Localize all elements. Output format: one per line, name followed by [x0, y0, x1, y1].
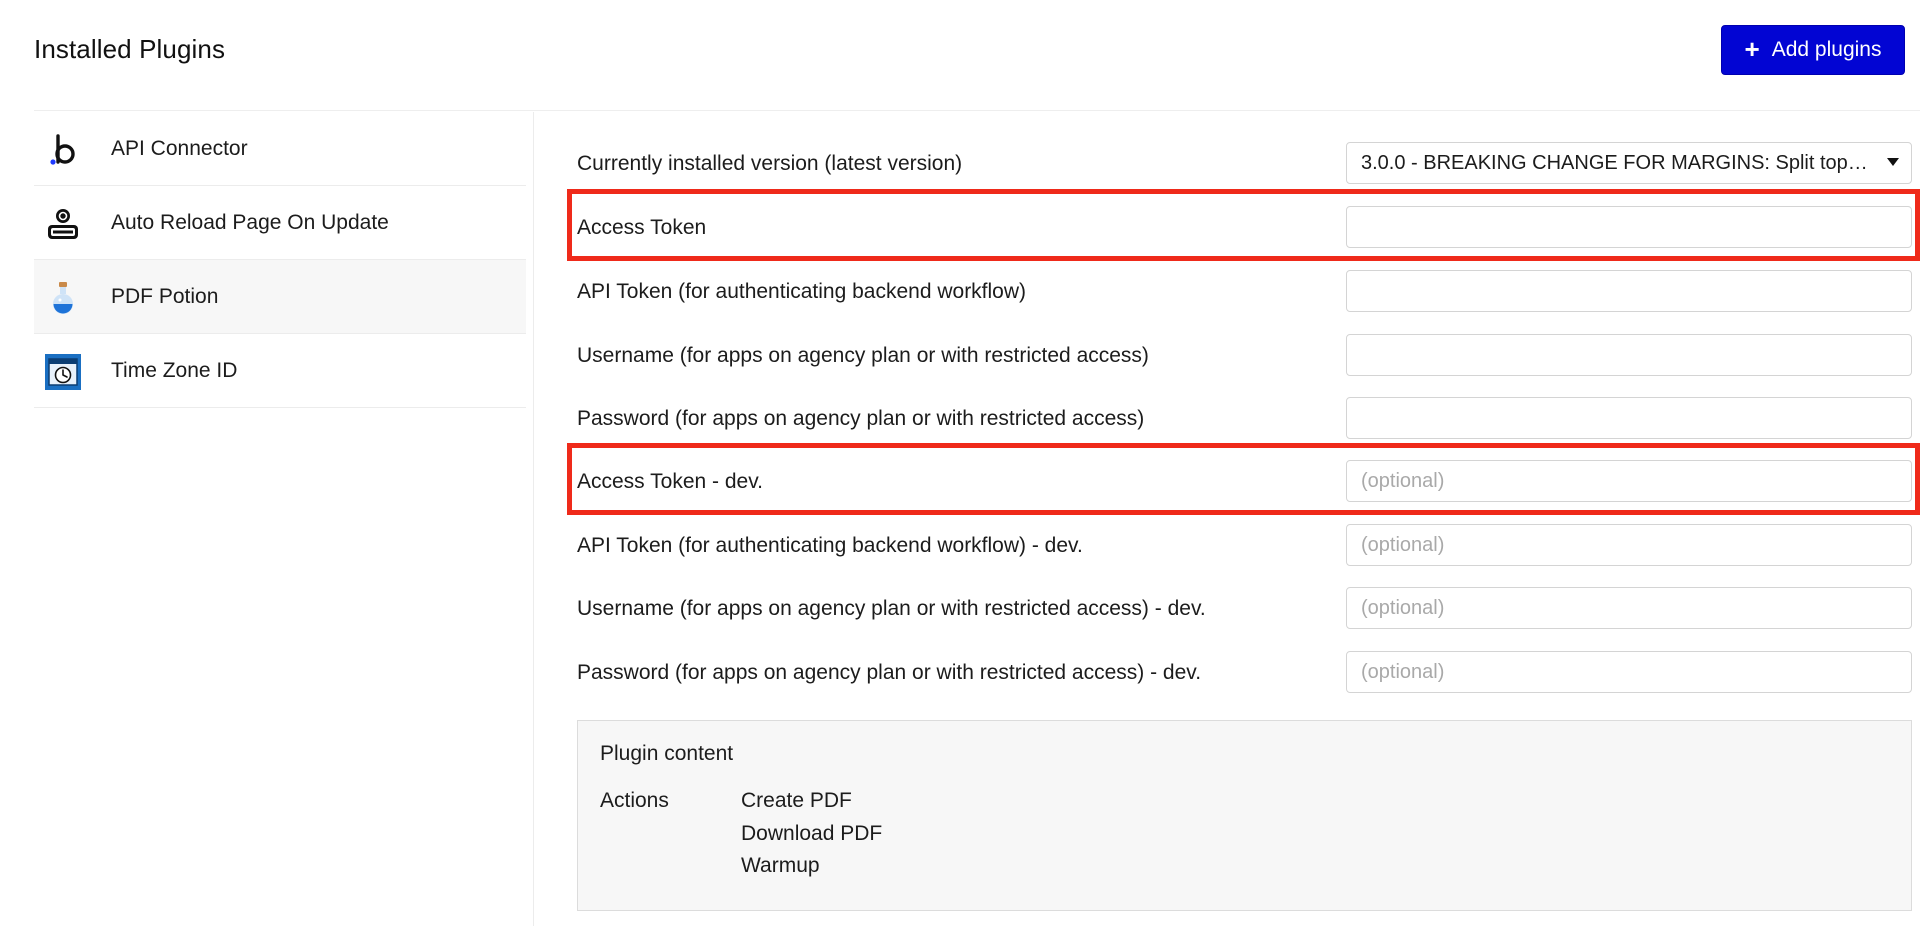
password-dev-row: Password (for apps on agency plan or wit…: [577, 651, 1912, 693]
username-input[interactable]: [1346, 334, 1912, 376]
field-label: API Token (for authenticating backend wo…: [577, 280, 1027, 303]
action-create-pdf[interactable]: Create PDF: [741, 789, 852, 813]
sidebar-divider: [533, 112, 534, 926]
potion-bottle-icon: [45, 280, 81, 316]
field-label: Password (for apps on agency plan or wit…: [577, 407, 1145, 430]
sidebar-item-api-connector[interactable]: API Connector: [34, 112, 526, 186]
sidebar-item-label: PDF Potion: [111, 284, 219, 308]
plugin-content-title: Plugin content: [600, 742, 734, 765]
version-select-value: 3.0.0 - BREAKING CHANGE FOR MARGINS: Spl…: [1361, 151, 1873, 174]
page-title: Installed Plugins: [34, 34, 226, 64]
sidebar-item-time-zone-id[interactable]: Time Zone ID: [34, 334, 526, 408]
chevron-down-icon: [1887, 158, 1899, 166]
password-input[interactable]: [1346, 397, 1912, 439]
username-row: Username (for apps on agency plan or wit…: [577, 334, 1912, 376]
clock-window-icon: [45, 354, 81, 390]
plugin-list: API Connector Auto Reload Page On Update…: [34, 112, 526, 408]
username-dev-row: Username (for apps on agency plan or wit…: [577, 587, 1912, 629]
sidebar-item-label: API Connector: [111, 136, 248, 160]
field-label: Password (for apps on agency plan or wit…: [577, 661, 1202, 684]
api-token-dev-input[interactable]: [1346, 524, 1912, 566]
field-label: Access Token - dev.: [577, 470, 763, 493]
sidebar-item-auto-reload[interactable]: Auto Reload Page On Update: [34, 186, 526, 260]
password-dev-input[interactable]: [1346, 651, 1912, 693]
version-select[interactable]: 3.0.0 - BREAKING CHANGE FOR MARGINS: Spl…: [1346, 142, 1912, 184]
plus-icon: +: [1744, 34, 1760, 64]
sidebar-item-label: Time Zone ID: [111, 358, 238, 382]
action-download-pdf[interactable]: Download PDF: [741, 822, 882, 846]
access-token-dev-input[interactable]: [1346, 460, 1912, 502]
plugin-content-panel: Plugin content Actions Create PDF Downlo…: [577, 720, 1912, 911]
api-token-dev-row: API Token (for authenticating backend wo…: [577, 524, 1912, 566]
bubble-b-logo-icon: [45, 132, 81, 168]
username-dev-input[interactable]: [1346, 587, 1912, 629]
add-plugins-button[interactable]: + Add plugins: [1721, 25, 1905, 75]
sidebar-item-label: Auto Reload Page On Update: [111, 210, 389, 234]
header-divider: [34, 110, 1920, 111]
api-token-input[interactable]: [1346, 270, 1912, 312]
access-token-row: Access Token: [577, 206, 1912, 248]
field-label: Access Token: [577, 216, 707, 239]
refresh-logo-icon: [45, 206, 81, 242]
access-token-input[interactable]: [1346, 206, 1912, 248]
version-label: Currently installed version (latest vers…: [577, 152, 963, 175]
sidebar-item-pdf-potion[interactable]: PDF Potion: [34, 260, 526, 334]
field-label: Username (for apps on agency plan or wit…: [577, 344, 1149, 367]
api-token-row: API Token (for authenticating backend wo…: [577, 270, 1912, 312]
access-token-dev-row: Access Token - dev.: [577, 460, 1912, 502]
field-label: API Token (for authenticating backend wo…: [577, 534, 1083, 557]
field-label: Username (for apps on agency plan or wit…: [577, 597, 1206, 620]
add-plugins-label: Add plugins: [1771, 38, 1882, 61]
action-warmup[interactable]: Warmup: [741, 854, 820, 878]
password-row: Password (for apps on agency plan or wit…: [577, 397, 1912, 439]
actions-label: Actions: [600, 789, 669, 812]
version-row: Currently installed version (latest vers…: [577, 142, 1912, 184]
